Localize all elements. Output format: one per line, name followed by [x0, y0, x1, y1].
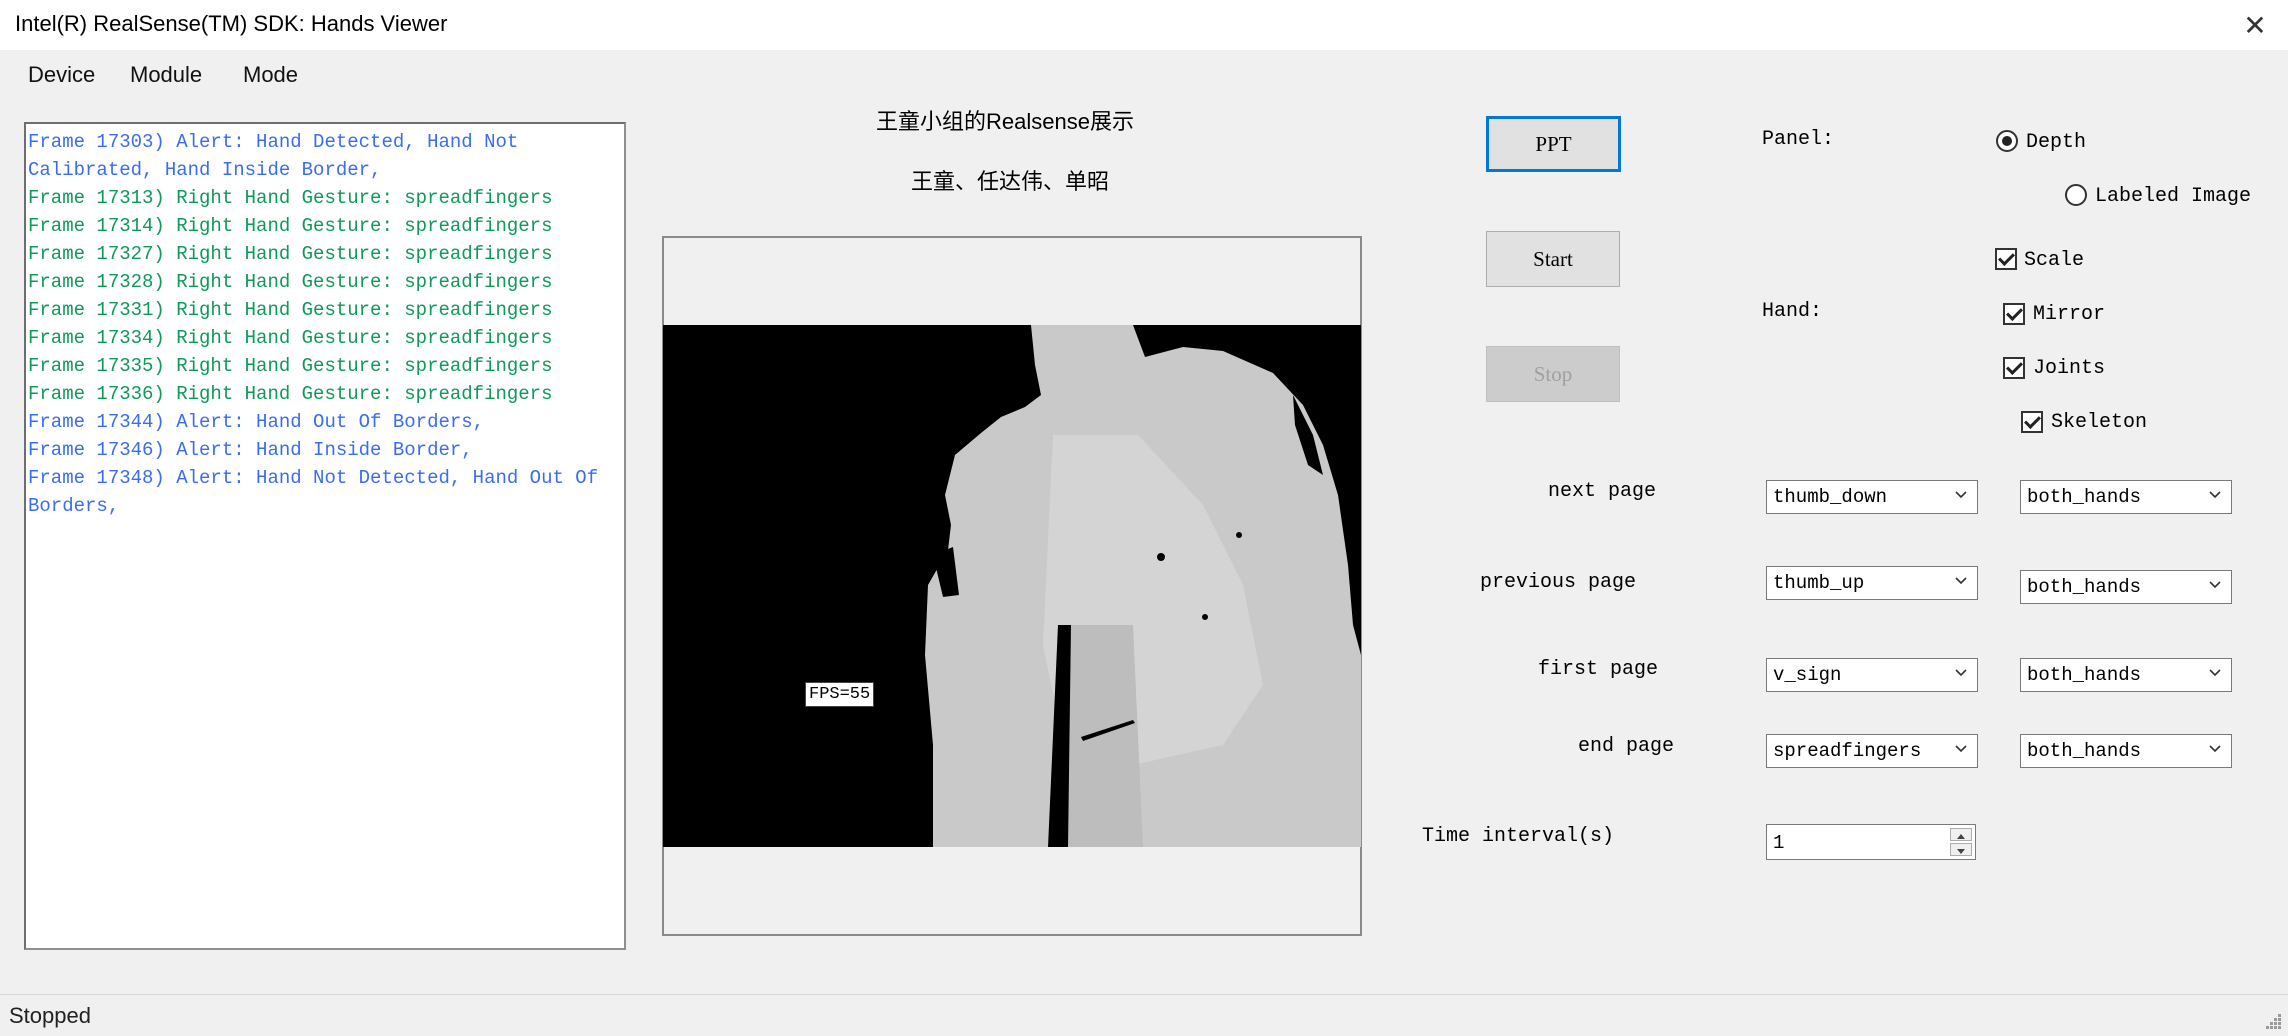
previous-page-label: previous page — [1480, 571, 1637, 594]
chevron-down-icon — [2209, 491, 2221, 499]
scale-checkbox[interactable] — [1995, 248, 2017, 270]
log-line: Frame 17327) Right Hand Gesture: spreadf… — [28, 243, 553, 265]
status-bar: Stopped — [0, 994, 2288, 1036]
skeleton-checkbox[interactable] — [2021, 411, 2043, 433]
log-line: Frame 17336) Right Hand Gesture: spreadf… — [28, 383, 553, 405]
window-title: Intel(R) RealSense(TM) SDK: Hands Viewer — [15, 11, 448, 36]
time-interval-spinner — [1766, 824, 1976, 860]
alert-log-list[interactable]: Frame 17303) Alert: Hand Detected, Hand … — [24, 122, 626, 950]
log-line: Frame 17313) Right Hand Gesture: spreadf… — [28, 187, 553, 209]
chevron-down-icon — [2209, 669, 2221, 677]
log-line: Frame 17331) Right Hand Gesture: spreadf… — [28, 299, 553, 321]
close-icon[interactable]: ✕ — [2230, 0, 2280, 50]
end-page-hand-value: both_hands — [2027, 740, 2142, 762]
previous-page-gesture-value: thumb_up — [1773, 572, 1865, 594]
mirror-checkbox-label: Mirror — [2033, 303, 2106, 326]
chevron-down-icon — [1955, 491, 1967, 499]
hand-label: Hand: — [1762, 300, 1823, 323]
joints-checkbox-label: Joints — [2033, 357, 2106, 380]
log-line: Frame 17344) Alert: Hand Out Of Borders, — [28, 411, 485, 433]
end-page-gesture-value: spreadfingers — [1773, 740, 1922, 762]
first-page-label: first page — [1538, 658, 1659, 681]
chevron-down-icon — [2209, 745, 2221, 753]
next-page-label: next page — [1548, 480, 1657, 503]
chevron-down-icon — [1955, 577, 1967, 585]
first-page-gesture-value: v_sign — [1773, 664, 1842, 686]
arrow-down-icon[interactable] — [1950, 843, 1972, 856]
depth-radio-label: Depth — [2026, 131, 2087, 154]
first-page-gesture-select[interactable]: v_sign — [1766, 658, 1978, 692]
time-interval-label: Time interval(s) — [1422, 825, 1615, 848]
previous-page-hand-value: both_hands — [2027, 576, 2142, 598]
labeled-image-radio[interactable] — [2065, 184, 2087, 206]
end-page-hand-select[interactable]: both_hands — [2020, 734, 2232, 768]
next-page-hand-value: both_hands — [2027, 486, 2142, 508]
spinner-buttons — [1950, 828, 1972, 856]
log-line: Frame 17348) Alert: Hand Not Detected, H… — [28, 467, 610, 517]
log-line: Frame 17328) Right Hand Gesture: spreadf… — [28, 271, 553, 293]
team-members: 王童、任达伟、单昭 — [911, 169, 1110, 194]
end-page-label: end page — [1578, 735, 1675, 758]
joints-checkbox[interactable] — [2003, 357, 2025, 379]
skeleton-checkbox-label: Skeleton — [2051, 411, 2148, 434]
first-page-hand-select[interactable]: both_hands — [2020, 658, 2232, 692]
previous-page-gesture-select[interactable]: thumb_up — [1766, 566, 1978, 600]
status-text: Stopped — [9, 1003, 91, 1028]
scale-checkbox-label: Scale — [2024, 249, 2085, 272]
page-title: 王童小组的Realsense展示 — [876, 109, 1134, 134]
time-interval-input[interactable] — [1771, 829, 1945, 857]
menu-device[interactable]: Device — [28, 62, 95, 88]
next-page-gesture-value: thumb_down — [1773, 486, 1888, 508]
panel-label: Panel: — [1762, 128, 1835, 151]
log-line: Frame 17335) Right Hand Gesture: spreadf… — [28, 355, 553, 377]
chevron-down-icon — [1955, 669, 1967, 677]
menu-mode[interactable]: Mode — [243, 62, 298, 88]
chevron-down-icon — [1955, 745, 1967, 753]
end-page-gesture-select[interactable]: spreadfingers — [1766, 734, 1978, 768]
mirror-checkbox[interactable] — [2003, 303, 2025, 325]
title-bar: Intel(R) RealSense(TM) SDK: Hands Viewer… — [0, 0, 2288, 50]
depth-silhouette — [925, 325, 1361, 847]
log-line: Frame 17303) Alert: Hand Detected, Hand … — [28, 131, 530, 181]
first-page-hand-value: both_hands — [2027, 664, 2142, 686]
log-line: Frame 17314) Right Hand Gesture: spreadf… — [28, 215, 553, 237]
fps-counter: FPS=55 — [805, 682, 875, 707]
stop-button[interactable]: Stop — [1486, 346, 1620, 402]
next-page-hand-select[interactable]: both_hands — [2020, 480, 2232, 514]
resize-grip-icon[interactable] — [2264, 1012, 2282, 1030]
depth-radio[interactable] — [1996, 130, 2018, 152]
previous-page-hand-select[interactable]: both_hands — [2020, 570, 2232, 604]
arrow-up-icon[interactable] — [1950, 828, 1972, 841]
start-button[interactable]: Start — [1486, 231, 1620, 287]
labeled-image-radio-label: Labeled Image — [2095, 185, 2252, 208]
menu-bar: Device Module Mode — [0, 52, 2288, 98]
next-page-gesture-select[interactable]: thumb_down — [1766, 480, 1978, 514]
log-line: Frame 17334) Right Hand Gesture: spreadf… — [28, 327, 553, 349]
depth-image — [663, 325, 1361, 847]
ppt-button[interactable]: PPT — [1486, 116, 1621, 172]
chevron-down-icon — [2209, 581, 2221, 589]
menu-module[interactable]: Module — [130, 62, 202, 88]
log-line: Frame 17346) Alert: Hand Inside Border, — [28, 439, 473, 461]
